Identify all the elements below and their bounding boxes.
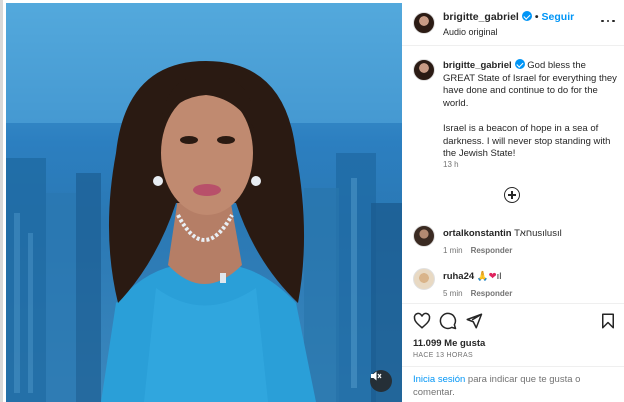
post-side-panel: brigitte_gabriel • Seguir Audio original b… (402, 0, 624, 402)
author-username[interactable]: brigitte_gabriel (443, 11, 519, 23)
caption-timestamp: 13 h (443, 160, 459, 169)
comment-icon[interactable] (439, 312, 457, 330)
more-options-icon[interactable] (601, 16, 615, 26)
post-header: brigitte_gabriel • Seguir Audio original (402, 0, 624, 46)
comment-time: 1 min (443, 246, 463, 255)
comment-item: ruha24 🙏❤ıl 5 min Responder (402, 268, 624, 308)
mute-button[interactable] (370, 370, 392, 392)
caption: brigitte_gabriel God bless the GREAT Sta… (402, 46, 624, 180)
heart-emoji: ❤ (488, 271, 497, 282)
reply-button[interactable]: Responder (471, 289, 513, 298)
share-icon[interactable] (465, 312, 483, 330)
muted-speaker-icon (371, 371, 382, 381)
caption-username[interactable]: brigitte_gabriel (443, 60, 512, 71)
avatar[interactable] (413, 12, 435, 34)
comment-username[interactable]: ortalkonstantin (443, 228, 512, 239)
login-text: Inicia sesión para indicar que te gusta … (413, 374, 613, 399)
heart-icon[interactable] (413, 312, 431, 330)
login-prompt: Inicia sesión para indicar que te gusta … (402, 366, 624, 402)
comment-meta: 5 min Responder (443, 289, 512, 298)
video-frame (6, 3, 402, 402)
comment-body: ruha24 🙏❤ıl (443, 271, 501, 282)
comment-emoji: 🙏 (476, 271, 489, 282)
avatar[interactable] (413, 59, 435, 81)
comment-item: ortalkonstantin Tחאusılusıl 1 min Respond… (402, 225, 624, 265)
comment-body: ortalkonstantin Tחאusılusıl (443, 228, 562, 239)
action-bar (402, 303, 624, 337)
comment-time: 5 min (443, 289, 463, 298)
post-dialog: brigitte_gabriel • Seguir Audio original b… (0, 0, 624, 402)
comment-meta: 1 min Responder (443, 246, 512, 255)
post-date: HACE 13 HORAS (413, 352, 473, 359)
audio-label[interactable]: Audio original (443, 27, 498, 37)
login-link[interactable]: Inicia sesión (413, 374, 465, 385)
follow-button[interactable]: Seguir (542, 11, 575, 23)
caption-text: brigitte_gabriel God bless the GREAT Sta… (443, 59, 619, 161)
verified-badge-icon (514, 59, 525, 69)
video-player[interactable] (6, 3, 402, 402)
comment-text: ıl (496, 271, 502, 282)
likes-count[interactable]: 11.099 Me gusta (413, 338, 485, 349)
caption-body: God bless the GREAT State of Israel for … (443, 60, 617, 160)
verified-badge-icon (521, 11, 532, 21)
author-line: brigitte_gabriel • Seguir (443, 11, 574, 23)
comment-text: Tחאusılusıl (514, 228, 562, 239)
avatar[interactable] (413, 225, 435, 247)
bookmark-icon[interactable] (599, 312, 617, 330)
reply-button[interactable]: Responder (471, 246, 513, 255)
comment-username[interactable]: ruha24 (443, 271, 474, 282)
add-comment-icon[interactable] (504, 187, 520, 203)
separator-dot: • (534, 11, 539, 23)
avatar[interactable] (413, 268, 435, 290)
